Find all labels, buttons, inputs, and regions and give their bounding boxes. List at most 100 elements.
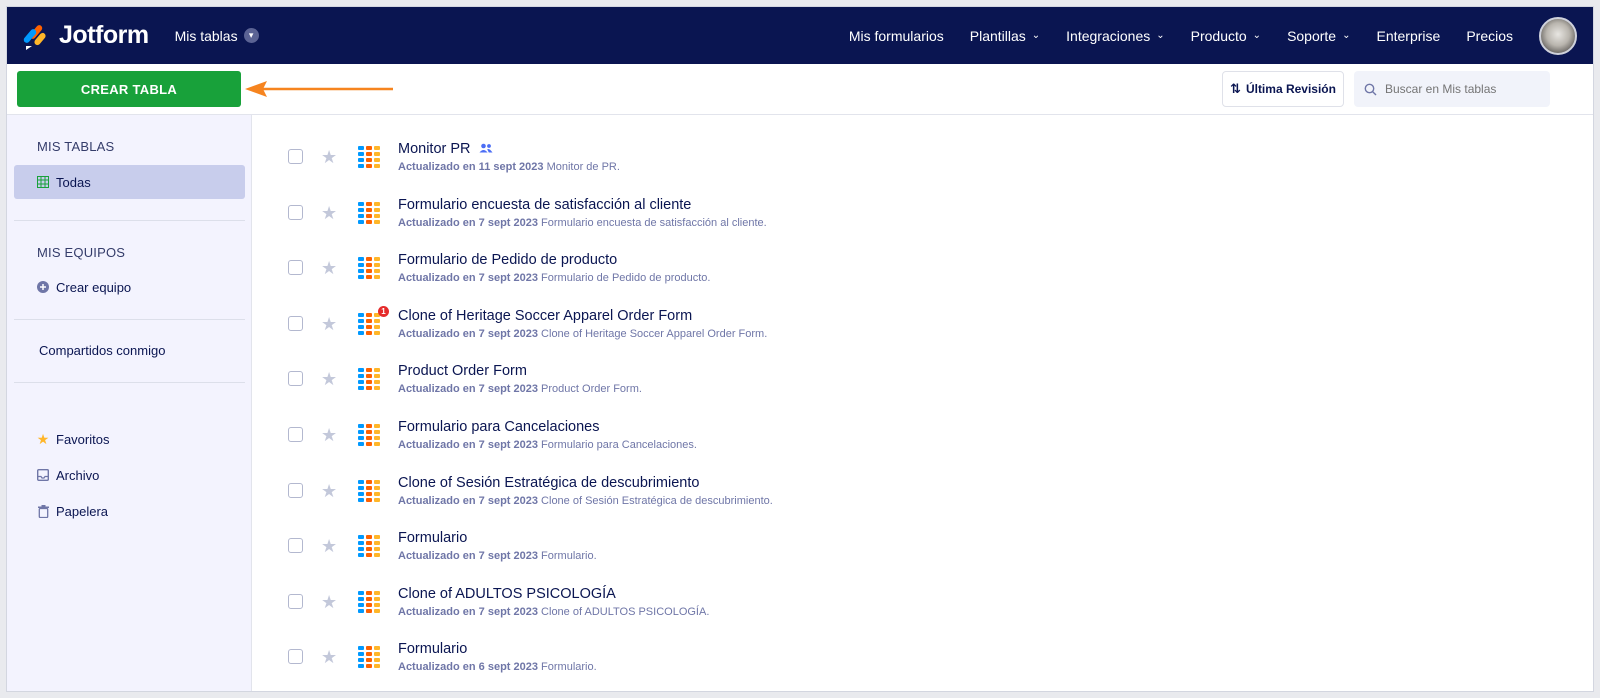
app-window: Jotform Mis tablas ▾ Mis formularios Pla… [6, 6, 1594, 692]
table-icon [355, 532, 380, 558]
nav-link-label: Integraciones [1066, 27, 1151, 44]
table-row[interactable]: ★ 1 Clone of Heritage Soccer Apparel Order… [253, 305, 1593, 361]
sort-icon: ⇅ [1230, 81, 1241, 96]
nav-link-mis-formularios[interactable]: Mis formularios [849, 28, 944, 44]
row-checkbox[interactable] [288, 204, 303, 220]
favorite-star-icon[interactable]: ★ [321, 259, 341, 277]
nav-link-integraciones[interactable]: Integraciones ⌄ [1066, 28, 1164, 44]
search-icon [1364, 83, 1377, 95]
table-title[interactable]: Formulario de Pedido de producto [398, 252, 617, 268]
favorite-star-icon[interactable]: ★ [321, 370, 341, 388]
table-description: Clone of ADULTOS PSICOLOGÍA. [538, 605, 710, 618]
favorite-star-icon[interactable]: ★ [321, 593, 341, 611]
table-title[interactable]: Clone of ADULTOS PSICOLOGÍA [398, 586, 616, 602]
table-title[interactable]: Formulario [398, 530, 467, 546]
table-icon [355, 254, 380, 280]
table-title[interactable]: Product Order Form [398, 363, 527, 379]
favorite-star-icon[interactable]: ★ [321, 482, 341, 500]
table-icon [355, 199, 380, 224]
favorite-star-icon[interactable]: ★ [321, 537, 341, 555]
favorite-star-icon[interactable]: ★ [321, 204, 341, 222]
table-title-text: Formulario [398, 641, 468, 658]
table-icon [355, 643, 380, 669]
sidebar-item-label: Favoritos [56, 431, 110, 447]
table-title[interactable]: Clone of Heritage Soccer Apparel Order F… [398, 308, 692, 324]
table-subtitle: Actualizado en 7 sept 2023 Formulario en… [398, 217, 767, 229]
table-title-text: Clone of Sesión Estratégica de descubrim… [398, 474, 700, 491]
table-row[interactable]: ★ Formulario Actualizado en 7 sept 2023 Fo… [253, 527, 1593, 583]
row-checkbox[interactable] [288, 371, 303, 387]
create-table-button[interactable]: CREAR TABLA [17, 71, 241, 107]
nav-link-plantillas[interactable]: Plantillas ⌄ [970, 28, 1040, 44]
sidebar-item-label: Papelera [56, 503, 109, 519]
favorite-star-icon[interactable]: ★ [321, 426, 341, 444]
row-checkbox[interactable] [288, 538, 303, 554]
table-subtitle: Actualizado en 7 sept 2023 Formulario. [398, 550, 597, 562]
row-checkbox[interactable] [288, 315, 303, 331]
row-checkbox[interactable] [288, 482, 303, 498]
nav-link-enterprise[interactable]: Enterprise [1377, 28, 1441, 44]
table-subtitle: Actualizado en 11 sept 2023 Monitor de P… [398, 161, 620, 173]
table-title-text: Formulario para Cancelaciones [398, 419, 600, 435]
favorite-star-icon[interactable]: ★ [321, 315, 341, 333]
table-row[interactable]: ★ Formulario encuesta de satisfacción al … [253, 194, 1593, 250]
brand[interactable]: Jotform [23, 21, 149, 50]
favorite-star-icon[interactable]: ★ [321, 148, 341, 166]
workspace-switcher[interactable]: Mis tablas ▾ [175, 28, 259, 44]
sidebar-item-shared[interactable]: Compartidos conmigo [14, 333, 245, 367]
table-icon [355, 365, 380, 391]
table-title[interactable]: Monitor PR [398, 141, 493, 157]
table-row[interactable]: ★ Monitor PR Actualizado en 11 sept 2023 M… [253, 138, 1593, 194]
updated-date: Actualizado en 7 sept 2023 [398, 439, 538, 451]
updated-date: Actualizado en 11 sept 2023 [398, 161, 544, 173]
workspace-label: Mis tablas [174, 27, 238, 44]
table-title-text: Monitor PR [398, 141, 471, 157]
table-row[interactable]: ★ Clone of Sesión Estratégica de descubri… [253, 472, 1593, 528]
table-description: Clone of Heritage Soccer Apparel Order F… [538, 327, 768, 340]
search-input[interactable] [1385, 82, 1535, 96]
table-row[interactable]: ★ Formulario Actualizado en 6 sept 2023 Fo… [253, 638, 1593, 691]
sidebar-item-label: Archivo [56, 467, 100, 483]
updated-date: Actualizado en 7 sept 2023 [398, 327, 538, 340]
table-title[interactable]: Formulario para Cancelaciones [398, 419, 600, 435]
nav-link-label: Producto [1190, 27, 1247, 44]
row-checkbox[interactable] [288, 260, 303, 276]
table-row[interactable]: ★ Clone of ADULTOS PSICOLOGÍA Actualizado … [253, 583, 1593, 639]
table-description: Monitor de PR. [543, 161, 620, 173]
nav-link-soporte[interactable]: Soporte ⌄ [1287, 28, 1350, 44]
chevron-down-icon: ⌄ [1252, 30, 1262, 41]
table-list: ★ Monitor PR Actualizado en 11 sept 2023 M… [253, 115, 1593, 691]
my-tables-heading: MIS TABLAS [37, 139, 115, 154]
table-title[interactable]: Formulario encuesta de satisfacción al c… [398, 197, 691, 213]
trash-icon [36, 504, 50, 518]
table-row[interactable]: ★ Formulario de Pedido de producto Actuali… [253, 249, 1593, 305]
brand-name: Jotform [59, 21, 149, 49]
nav-link-producto[interactable]: Producto ⌄ [1191, 28, 1261, 44]
archive-icon [36, 469, 50, 481]
table-subtitle: Actualizado en 7 sept 2023 Product Order… [398, 383, 642, 395]
table-title[interactable]: Clone of Sesión Estratégica de descubrim… [398, 475, 699, 491]
table-row[interactable]: ★ Product Order Form Actualizado en 7 sept… [253, 360, 1593, 416]
star-icon: ★ [36, 430, 50, 447]
row-checkbox[interactable] [288, 149, 303, 164]
nav-link-precios[interactable]: Precios [1466, 28, 1513, 44]
sidebar-item-trash[interactable]: Papelera [14, 494, 245, 528]
updated-date: Actualizado en 6 sept 2023 [398, 661, 538, 674]
row-checkbox[interactable] [288, 427, 303, 442]
table-row[interactable]: ★ Formulario para Cancelaciones Actualizad… [253, 416, 1593, 472]
table-description: Formulario de Pedido de producto. [538, 272, 711, 285]
sort-button[interactable]: ⇅ Última Revisión [1222, 71, 1344, 107]
row-checkbox[interactable] [288, 593, 303, 609]
sidebar-item-label: Compartidos conmigo [39, 342, 166, 358]
table-title[interactable]: Formulario [398, 641, 467, 657]
sidebar-item-all[interactable]: Todas [14, 165, 245, 199]
sidebar-item-create-team[interactable]: Crear equipo [14, 270, 245, 304]
favorite-star-icon[interactable]: ★ [321, 648, 341, 666]
row-checkbox[interactable] [288, 649, 303, 665]
sidebar-item-archive[interactable]: Archivo [14, 458, 245, 492]
user-avatar[interactable] [1539, 16, 1577, 55]
table-icon [355, 143, 380, 168]
sidebar-item-favorites[interactable]: ★ Favoritos [14, 422, 245, 456]
chevron-down-icon: ⌄ [1156, 30, 1165, 41]
updated-date: Actualizado en 7 sept 2023 [398, 550, 538, 563]
